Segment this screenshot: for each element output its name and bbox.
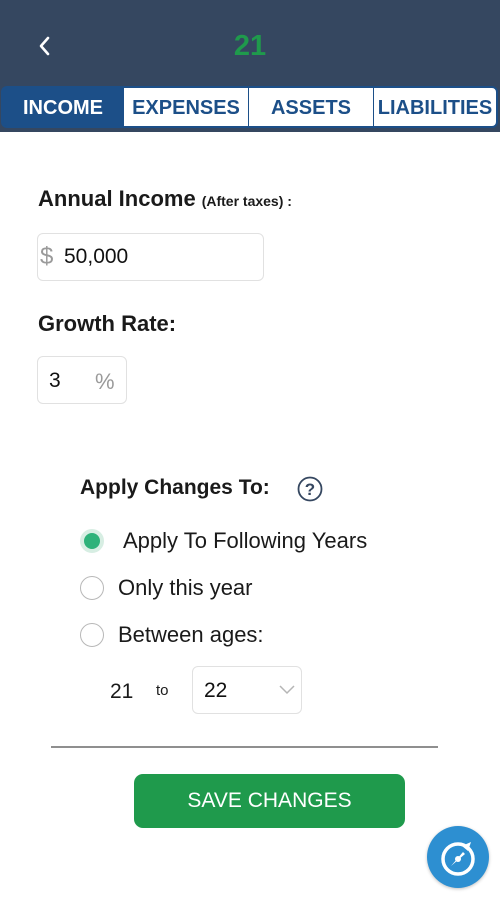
apply-changes-label: Apply Changes To: [80, 476, 270, 499]
age-to-label: to [156, 682, 169, 699]
help-button[interactable]: ? [297, 476, 323, 502]
annual-income-label-text: Annual Income [38, 186, 196, 211]
annual-income-value: 50,000 [64, 245, 129, 268]
app-header: 21 [0, 0, 500, 86]
growth-rate-field[interactable]: 3 % [37, 356, 127, 404]
growth-rate-value: 3 [49, 369, 61, 392]
age-to-select[interactable]: 22 [192, 666, 302, 714]
currency-symbol: $ [40, 243, 54, 270]
option-only-this-year[interactable]: Only this year [80, 574, 280, 602]
svg-text:?: ? [305, 480, 315, 499]
chevron-down-icon [279, 685, 295, 695]
annual-income-label: Annual Income (After taxes) : [38, 186, 292, 212]
percent-unit: % [95, 369, 115, 394]
compass-logo-icon [441, 842, 475, 876]
age-from-value: 21 [110, 680, 134, 703]
option-between-ages-label: Between ages: [118, 622, 264, 647]
age-to-value: 22 [204, 679, 228, 702]
radio-following-years[interactable] [80, 529, 104, 553]
option-following-years-label: Apply To Following Years [123, 528, 368, 553]
option-only-this-year-label: Only this year [118, 575, 253, 600]
tab-assets[interactable]: ASSETS [248, 86, 375, 128]
tab-expenses[interactable]: EXPENSES [123, 86, 250, 128]
page-title: 21 [233, 30, 267, 62]
tab-bar: INCOME EXPENSES ASSETS LIABILITIES [0, 86, 500, 132]
question-circle-icon: ? [297, 476, 323, 502]
tab-income[interactable]: INCOME [1, 86, 125, 128]
annual-income-field[interactable]: $ 50,000 [37, 233, 264, 281]
radio-between-ages[interactable] [80, 623, 104, 647]
save-changes-button[interactable]: SAVE CHANGES [134, 774, 405, 828]
divider [51, 746, 438, 748]
radio-only-this-year[interactable] [80, 576, 104, 600]
after-taxes-note: (After taxes) : [201, 193, 292, 209]
tab-liabilities[interactable]: LIABILITIES [373, 86, 498, 128]
assistant-button[interactable] [427, 826, 489, 888]
growth-rate-label: Growth Rate: [38, 311, 177, 336]
option-following-years[interactable]: Apply To Following Years [80, 527, 400, 555]
option-between-ages[interactable]: Between ages: [80, 621, 280, 649]
